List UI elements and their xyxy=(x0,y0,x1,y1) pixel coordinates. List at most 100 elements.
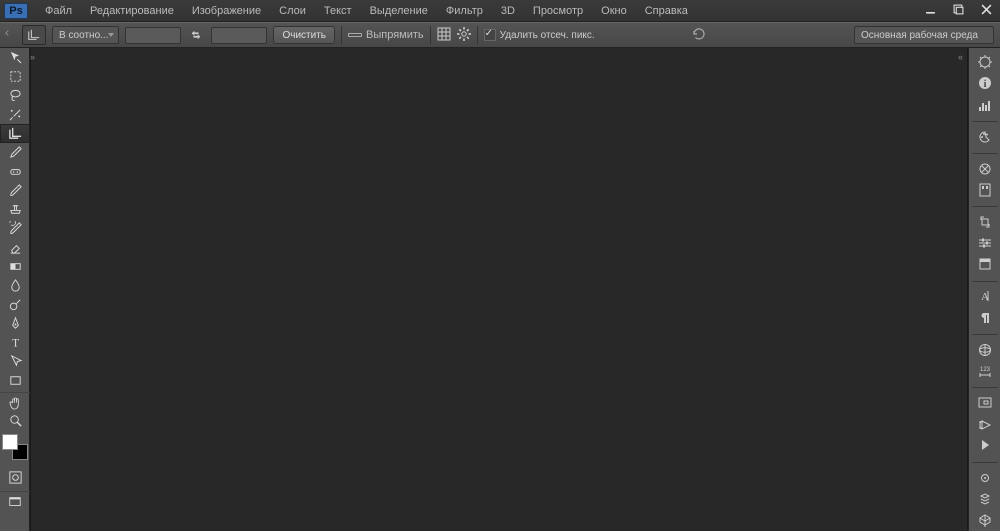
panel-layers[interactable] xyxy=(972,489,998,509)
foreground-background-swatch[interactable] xyxy=(2,434,28,460)
panel-separator xyxy=(972,462,998,463)
panels-dock: i A 123 xyxy=(968,48,1000,531)
panel-clone-source[interactable] xyxy=(972,212,998,232)
tool-marquee[interactable] xyxy=(0,67,30,86)
ratio-preset-dropdown[interactable]: В соотно... xyxy=(52,26,119,44)
delete-cropped-label: Удалить отсеч. пикс. xyxy=(500,30,595,41)
history-scrubber xyxy=(688,27,848,44)
menu-file[interactable]: Файл xyxy=(36,2,81,20)
svg-text:123: 123 xyxy=(979,367,990,373)
panel-separator xyxy=(972,334,998,335)
panel-separator xyxy=(972,121,998,122)
menu-filter[interactable]: Фильтр xyxy=(437,2,492,20)
tool-eyedropper[interactable] xyxy=(0,143,30,162)
panel-separator xyxy=(972,153,998,154)
panel-grip-icon[interactable] xyxy=(6,31,14,39)
tool-rectangle[interactable] xyxy=(0,371,30,390)
quick-mask-button[interactable] xyxy=(0,468,30,487)
panel-layer-comps[interactable] xyxy=(972,254,998,274)
maximize-button[interactable] xyxy=(944,0,972,20)
tool-brush[interactable] xyxy=(0,181,30,200)
divider xyxy=(477,26,478,44)
tool-hand[interactable] xyxy=(0,392,30,411)
tool-wand[interactable] xyxy=(0,105,30,124)
panel-brush[interactable] xyxy=(972,159,998,179)
panel-histogram[interactable] xyxy=(972,94,998,114)
panel-actions[interactable] xyxy=(972,435,998,455)
swap-dimensions-icon[interactable] xyxy=(187,26,205,44)
app-logo[interactable]: Ps xyxy=(4,3,28,19)
options-bar: В соотно... Очистить Выпрямить Удалить о… xyxy=(0,22,1000,48)
panel-swatches[interactable] xyxy=(972,127,998,147)
foreground-color[interactable] xyxy=(2,434,18,450)
minimize-button[interactable] xyxy=(916,0,944,20)
tool-healing-brush[interactable] xyxy=(0,162,30,181)
grid-overlay-button[interactable] xyxy=(437,27,451,44)
tool-move[interactable] xyxy=(0,48,30,67)
workspace-dropdown[interactable]: Основная рабочая среда xyxy=(854,26,994,44)
panel-measurement[interactable]: 123 xyxy=(972,361,998,381)
undo-history-icon[interactable] xyxy=(688,27,708,44)
panel-separator xyxy=(972,206,998,207)
tool-lasso[interactable] xyxy=(0,86,30,105)
panel-paragraph[interactable] xyxy=(972,308,998,328)
panel-properties[interactable] xyxy=(972,467,998,487)
ruler-icon xyxy=(348,33,362,37)
menu-image[interactable]: Изображение xyxy=(183,2,270,20)
tool-history-brush[interactable] xyxy=(0,219,30,238)
tool-pen[interactable] xyxy=(0,314,30,333)
menu-layer[interactable]: Слои xyxy=(270,2,315,20)
tool-path-selection[interactable] xyxy=(0,352,30,371)
menu-window[interactable]: Окно xyxy=(592,2,636,20)
crop-options-button[interactable] xyxy=(457,27,471,44)
divider xyxy=(430,26,431,44)
panel-3d[interactable] xyxy=(972,340,998,360)
collapse-right-icon[interactable]: « xyxy=(958,52,968,62)
straighten-button[interactable]: Выпрямить xyxy=(348,29,424,41)
width-field[interactable] xyxy=(125,27,181,44)
panel-channels[interactable] xyxy=(972,510,998,530)
panel-info[interactable]: i xyxy=(972,73,998,93)
panel-separator xyxy=(972,281,998,282)
svg-text:i: i xyxy=(983,79,986,90)
menu-view[interactable]: Просмотр xyxy=(524,2,592,20)
chevron-down-icon xyxy=(108,33,114,37)
ratio-preset-label: В соотно... xyxy=(59,30,108,41)
menu-type[interactable]: Текст xyxy=(315,2,361,20)
tool-crop[interactable] xyxy=(0,124,30,143)
menu-select[interactable]: Выделение xyxy=(361,2,437,20)
menu-bar: Ps Файл Редактирование Изображение Слои … xyxy=(0,0,1000,22)
panel-timeline[interactable] xyxy=(972,414,998,434)
tool-blur[interactable] xyxy=(0,276,30,295)
tool-type[interactable]: T xyxy=(0,333,30,352)
collapse-left-icon[interactable]: » xyxy=(30,52,40,62)
height-field[interactable] xyxy=(211,27,267,44)
checkbox-icon xyxy=(484,29,496,41)
panel-color[interactable] xyxy=(972,52,998,72)
tool-dodge[interactable] xyxy=(0,295,30,314)
workspace-label: Основная рабочая среда xyxy=(861,30,978,41)
panel-separator xyxy=(972,387,998,388)
panel-brush-presets[interactable] xyxy=(972,180,998,200)
delete-cropped-checkbox[interactable]: Удалить отсеч. пикс. xyxy=(484,29,595,41)
menu-edit[interactable]: Редактирование xyxy=(81,2,183,20)
window-controls xyxy=(916,0,1000,22)
panel-character[interactable]: A xyxy=(972,286,998,306)
tool-gradient[interactable] xyxy=(0,257,30,276)
screen-mode-button[interactable] xyxy=(0,491,30,510)
tools-panel: T xyxy=(0,48,30,531)
tool-zoom[interactable] xyxy=(0,411,30,430)
panel-tool-presets[interactable] xyxy=(972,233,998,253)
canvas-area[interactable] xyxy=(30,48,968,531)
close-button[interactable] xyxy=(972,0,1000,20)
clear-button[interactable]: Очистить xyxy=(273,26,335,44)
menu-help[interactable]: Справка xyxy=(636,2,697,20)
menu-3d[interactable]: 3D xyxy=(492,2,524,20)
divider xyxy=(341,26,342,44)
svg-text:T: T xyxy=(12,337,19,349)
panel-navigator[interactable] xyxy=(972,393,998,413)
tool-eraser[interactable] xyxy=(0,238,30,257)
active-tool-icon[interactable] xyxy=(22,25,46,45)
straighten-label: Выпрямить xyxy=(366,29,424,41)
tool-clone-stamp[interactable] xyxy=(0,200,30,219)
